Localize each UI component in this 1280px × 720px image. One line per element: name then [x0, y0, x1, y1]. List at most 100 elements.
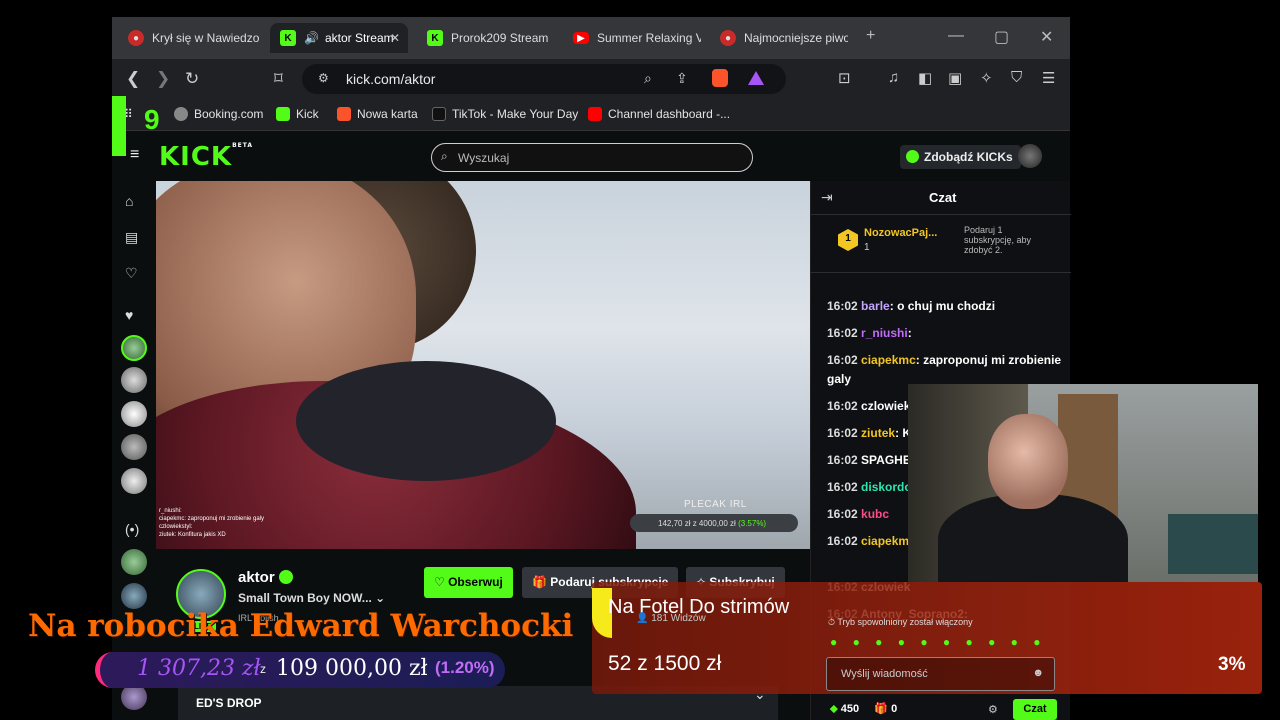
bookmark-new-tab[interactable]: Nowa karta — [337, 107, 418, 121]
emoji-icon[interactable]: ☻ — [1032, 667, 1044, 679]
emote-bar[interactable]: ● ● ● ● ● ● ● ● ● ● — [830, 635, 1047, 649]
overlay-chat-line: ciapekmc: zaproponuj mi zrobienie galy — [159, 516, 265, 522]
url-field[interactable]: ⚙ kick.com/aktor ⌕ ⇪ — [302, 64, 786, 94]
youtube-icon: ▶ — [573, 32, 589, 44]
sidebar-channel[interactable] — [121, 549, 147, 575]
clock-icon: ⏱ — [828, 617, 836, 627]
chevron-down-icon[interactable]: ⌄ — [754, 686, 766, 703]
gear-icon[interactable]: ⚙ — [988, 703, 998, 716]
bookmark-booking[interactable]: Booking.com — [174, 107, 263, 121]
sidebar-toggle-icon[interactable]: ◧ — [918, 69, 932, 87]
donation-z: z — [260, 662, 266, 676]
video-player[interactable]: PLECAK IRL 142,70 zł z 4000,00 zł (3.57%… — [156, 181, 810, 549]
share-icon[interactable]: ⇪ — [676, 70, 688, 87]
tab-2[interactable]: K Prorok209 Stream — [417, 23, 555, 53]
bookmark-label: Booking.com — [194, 107, 264, 121]
fotel-value: 52 z 1500 zł — [608, 652, 722, 675]
sidebar-channel[interactable] — [121, 335, 147, 361]
gifts-value: 0 — [891, 703, 898, 715]
search-input[interactable]: ⌕ Wyszukaj — [431, 143, 753, 172]
send-chat-button[interactable]: Czat — [1013, 699, 1057, 720]
forward-icon[interactable]: ❯ — [156, 69, 170, 89]
zoom-icon[interactable]: ⌕ — [644, 70, 652, 87]
sidebar-channel[interactable] — [121, 401, 147, 427]
message-user[interactable]: diskordo — [861, 480, 912, 494]
verified-icon — [278, 570, 293, 584]
points-icon: ⬥ — [830, 703, 838, 715]
fotel-pct: 3% — [1218, 654, 1246, 675]
minimize-icon[interactable]: — — [948, 27, 964, 45]
kick-icon: K — [280, 30, 296, 46]
site-info-icon[interactable]: ⚙ — [318, 71, 329, 85]
viewer-count: 👤 181 Widzów — [636, 613, 706, 624]
tab-strip: ● Krył się w Nawiedzo K 🔊 aktor Stream ✕… — [112, 17, 1070, 59]
following-icon[interactable]: ♡ — [125, 265, 138, 282]
collapse-chat-icon[interactable]: ⇥ — [821, 189, 833, 206]
globe-icon — [174, 107, 188, 121]
menu-icon[interactable]: ☰ — [1042, 69, 1055, 87]
home-icon[interactable]: ⌂ — [125, 193, 133, 209]
chevron-down-icon[interactable]: ⌄ — [375, 591, 385, 605]
channel-name-text: aktor — [238, 569, 275, 586]
message-user[interactable]: barle — [861, 299, 890, 313]
bookmarks-bar: ⠿ Booking.com Kick Nowa karta TikTok - M… — [112, 99, 1070, 131]
gifter-name[interactable]: NozowacPaj... — [864, 227, 937, 239]
tab-3[interactable]: ▶ Summer Relaxing V — [563, 23, 701, 53]
gift-promo-text: Podaruj 1 subskrypcję, aby zdobyć 2. — [964, 225, 1032, 255]
music-icon[interactable]: ♫ — [888, 69, 899, 86]
back-icon[interactable]: ❮ — [126, 69, 140, 89]
message-user[interactable]: ziutek — [861, 426, 895, 440]
kick-logo[interactable]: KICKBETA — [159, 142, 253, 172]
message-time: 16:02 — [827, 326, 858, 340]
player-chat-overlay: r_niushi: ciapekmc: zaproponuj mi zrobie… — [159, 507, 264, 539]
message-user[interactable]: ciapekmc — [861, 353, 916, 367]
chat-header: ⇥ Czat — [811, 181, 1071, 215]
gift-icon: 🎁 — [874, 703, 889, 715]
vpn-icon[interactable]: ⛉ — [1011, 69, 1022, 86]
stream-goal-label: PLECAK IRL — [684, 499, 747, 510]
follow-button[interactable]: ♡ Obserwuj — [424, 567, 513, 598]
channel-name[interactable]: aktor — [238, 569, 293, 586]
brave-shield-icon[interactable] — [712, 69, 728, 87]
bookmark-kick[interactable]: Kick — [276, 107, 319, 121]
get-kicks-label: Zdobądź KICKs — [924, 150, 1013, 164]
message-user[interactable]: kubc — [861, 507, 889, 521]
get-kicks-button[interactable]: Zdobądź KICKs — [900, 145, 1021, 169]
new-tab-icon[interactable]: + — [866, 27, 875, 45]
tab-0[interactable]: ● Krył się w Nawiedzo — [118, 23, 266, 53]
bookmark-icon[interactable]: ⌑ — [274, 69, 283, 89]
brave-icon — [337, 107, 351, 121]
close-window-icon[interactable]: ✕ — [1040, 27, 1053, 47]
record-icon: ● — [720, 30, 736, 46]
sidebar-channel[interactable] — [121, 583, 147, 609]
close-tab-icon[interactable]: ✕ — [390, 31, 400, 45]
address-bar: ❮ ❯ ↻ ⌑ ⚙ kick.com/aktor ⌕ ⇪ ⊡ ♫ ◧ ▣ ✧ ⛉… — [112, 59, 1070, 99]
bookmark-tiktok[interactable]: TikTok - Make Your Day — [432, 107, 578, 121]
sidebar-channel[interactable] — [121, 434, 147, 460]
message-user[interactable]: ciapekm — [861, 534, 909, 548]
browse-icon[interactable]: ▤ — [125, 229, 138, 246]
stream-title: Small Town Boy NOW... ⌄ — [238, 591, 385, 605]
maximize-icon[interactable]: ▢ — [994, 27, 1009, 47]
tab-1-active[interactable]: K 🔊 aktor Stream ✕ — [270, 23, 408, 53]
rewards-icon[interactable] — [748, 71, 764, 85]
message-user[interactable]: SPAGHE — [861, 453, 911, 467]
bookmark-channel-dashboard[interactable]: Channel dashboard -... — [588, 107, 730, 121]
bookmark-label: Nowa karta — [357, 107, 418, 121]
leo-icon[interactable]: ✧ — [980, 69, 993, 87]
message-user[interactable]: czlowiek — [861, 399, 910, 413]
chat-title: Czat — [929, 190, 957, 205]
wallet-icon[interactable]: ▣ — [948, 69, 962, 87]
chat-stats: ⬥ 450 🎁 0 — [830, 702, 897, 716]
reload-icon[interactable]: ↻ — [185, 69, 199, 89]
user-avatar[interactable] — [1018, 144, 1042, 168]
sidebar-channel[interactable] — [121, 367, 147, 393]
chat-input[interactable]: Wyślij wiadomość ☻ — [826, 657, 1055, 691]
sidebar-channel[interactable] — [121, 468, 147, 494]
reader-icon[interactable]: ⊡ — [838, 69, 851, 87]
tab-4[interactable]: ● Najmocniejsze piwo — [710, 23, 848, 53]
stream-goal-progress: 142,70 zł z 4000,00 zł — [658, 519, 736, 528]
chat-message: 16:02 barle: o chuj mu chodzi — [827, 297, 1063, 316]
message-user[interactable]: r_niushi — [861, 326, 908, 340]
overlay-chat-line: ziutek: Konfitura jakis XD — [159, 532, 226, 538]
